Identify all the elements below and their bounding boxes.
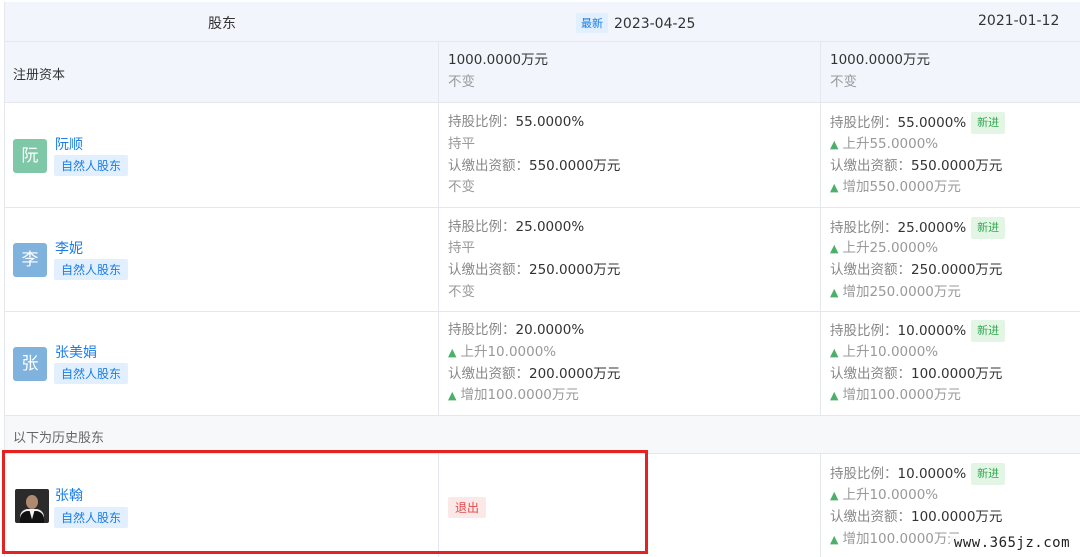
prev-amount: 认缴出资额：250.0000万元: [830, 262, 1003, 278]
prev-ratio-change: ▲ 上升55.0000%: [830, 136, 939, 152]
latest-amount-change: 不变: [448, 179, 475, 195]
shareholder-name-link[interactable]: 张美娟: [55, 342, 97, 362]
avatar: 李: [13, 243, 47, 277]
prev-ratio-change: ▲ 上升10.0000%: [830, 344, 939, 360]
new-entry-badge: 新进: [971, 463, 1006, 485]
shareholder-type-tag: 自然人股东: [54, 155, 129, 176]
up-arrow-icon: ▲: [830, 242, 839, 255]
latest-ratio: 持股比例：25.0000%: [448, 219, 585, 235]
latest-amount: 认缴出资额：200.0000万元: [448, 366, 621, 382]
latest-ratio-change: ▲ 上升10.0000%: [448, 344, 557, 360]
prev-amount-change: ▲ 增加250.0000万元: [830, 284, 961, 300]
up-arrow-icon: ▲: [830, 346, 839, 359]
latest-date-header[interactable]: 最新 2023-04-25: [576, 13, 695, 33]
up-arrow-icon: ▲: [830, 533, 839, 546]
latest-amount: 认缴出资额：550.0000万元: [448, 158, 621, 174]
registered-capital-label: 注册资本: [13, 68, 66, 83]
shareholder-name-link[interactable]: 张翰: [55, 485, 83, 505]
table-row: 阮 阮顺 自然人股东 持股比例：55.0000% 持平 认缴出资额：550.00…: [5, 103, 1080, 208]
latest-ratio: 持股比例：20.0000%: [448, 322, 585, 338]
prev-amount-change: ▲ 增加550.0000万元: [830, 179, 961, 195]
registered-capital-row: 注册资本 1000.0000万元 不变 1000.0000万元 不变: [5, 42, 1080, 103]
latest-ratio-change: 持平: [448, 240, 475, 256]
registered-capital-latest-change: 不变: [448, 74, 475, 90]
avatar-photo: [15, 489, 49, 523]
shareholder-type-tag: 自然人股东: [54, 363, 129, 384]
registered-capital-prev-change: 不变: [830, 74, 857, 90]
up-arrow-icon: ▲: [830, 138, 839, 151]
new-entry-badge: 新进: [971, 320, 1006, 342]
registered-capital-latest-value: 1000.0000万元: [448, 52, 549, 68]
shareholder-type-tag: 自然人股东: [54, 259, 129, 280]
prev-ratio-change: ▲ 上升10.0000%: [830, 487, 939, 503]
table-header: 股东 最新 2023-04-25 2021-01-12: [5, 2, 1080, 42]
latest-ratio: 持股比例：55.0000%: [448, 114, 585, 130]
shareholder-name-link[interactable]: 李妮: [55, 238, 83, 258]
prev-ratio-change: ▲ 上升25.0000%: [830, 240, 939, 256]
prev-ratio: 持股比例：10.0000% 新进: [830, 463, 1006, 485]
latest-amount-change: 不变: [448, 284, 475, 300]
up-arrow-icon: ▲: [830, 181, 839, 194]
table-row: 李 李妮 自然人股东 持股比例：25.0000% 持平 认缴出资额：250.00…: [5, 208, 1080, 312]
table-row: 张 张美娟 自然人股东 持股比例：20.0000% ▲ 上升10.0000% 认缴…: [5, 312, 1080, 416]
prev-amount: 认缴出资额：100.0000万元: [830, 366, 1003, 382]
latest-date: 2023-04-25: [614, 16, 696, 32]
history-section-label: 以下为历史股东: [13, 431, 105, 446]
avatar: 阮: [13, 139, 47, 173]
shareholder-table: 股东 最新 2023-04-25 2021-01-12 注册资本 1000.000…: [4, 2, 1080, 557]
prev-ratio: 持股比例：10.0000% 新进: [830, 320, 1006, 342]
exit-status-badge: 退出: [448, 497, 487, 518]
up-arrow-icon: ▲: [448, 346, 457, 359]
prev-amount-change: ▲ 增加100.0000万元: [830, 531, 961, 547]
up-arrow-icon: ▲: [830, 489, 839, 502]
up-arrow-icon: ▲: [830, 389, 839, 402]
new-entry-badge: 新进: [971, 217, 1006, 239]
prev-amount: 认缴出资额：100.0000万元: [830, 509, 1003, 525]
up-arrow-icon: ▲: [830, 286, 839, 299]
prev-amount: 认缴出资额：550.0000万元: [830, 158, 1003, 174]
shareholder-column-header: 股东: [208, 16, 236, 32]
history-section-row: 以下为历史股东: [5, 416, 1080, 454]
shareholder-type-tag: 自然人股东: [54, 507, 129, 528]
avatar: 张: [13, 347, 47, 381]
watermark: www.365jz.com: [949, 534, 1074, 552]
table-row: 张翰 自然人股东 持股比例：10.0000% 新进 ▲ 上升10.0000% 认缴出…: [5, 454, 1080, 557]
latest-amount-change: ▲ 增加100.0000万元: [448, 387, 579, 403]
latest-badge: 最新: [576, 13, 608, 33]
prev-amount-change: ▲ 增加100.0000万元: [830, 387, 961, 403]
new-entry-badge: 新进: [971, 112, 1006, 134]
registered-capital-prev-value: 1000.0000万元: [830, 52, 931, 68]
up-arrow-icon: ▲: [448, 389, 457, 402]
latest-ratio-change: 持平: [448, 136, 475, 152]
latest-amount: 认缴出资额：250.0000万元: [448, 262, 621, 278]
prev-date-header[interactable]: 2021-01-12: [978, 13, 1059, 29]
shareholder-name-link[interactable]: 阮顺: [55, 134, 83, 154]
prev-ratio: 持股比例：55.0000% 新进: [830, 112, 1006, 134]
prev-ratio: 持股比例：25.0000% 新进: [830, 217, 1006, 239]
